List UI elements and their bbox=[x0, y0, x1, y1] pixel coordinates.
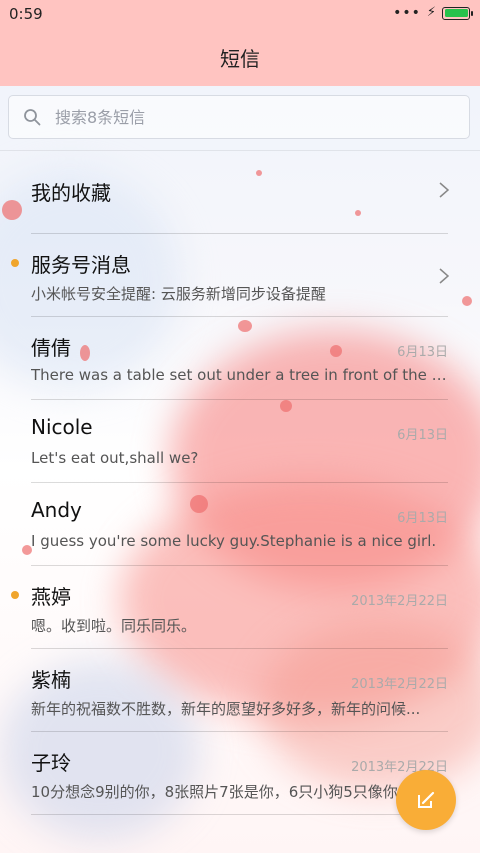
chevron-right-icon bbox=[439, 268, 450, 284]
conversation-name: Andy bbox=[31, 498, 82, 522]
conversation-date: 2013年2月22日 bbox=[351, 594, 448, 609]
list-item-favorites[interactable]: 我的收藏 bbox=[31, 150, 450, 234]
compose-button[interactable] bbox=[396, 770, 456, 830]
conversation-name: 服务号消息 bbox=[31, 253, 131, 277]
chevron-right-icon bbox=[439, 182, 450, 198]
unread-dot bbox=[11, 591, 19, 599]
conversation-name: 紫楠 bbox=[31, 668, 71, 692]
conversation-preview: I guess you're some lucky guy.Stephanie … bbox=[31, 532, 437, 550]
list-item[interactable]: Andy 6月13日 I guess you're some lucky guy… bbox=[31, 483, 448, 566]
search-bar bbox=[0, 86, 480, 151]
conversation-date: 6月13日 bbox=[397, 428, 448, 443]
conversation-name: 倩倩 bbox=[31, 336, 71, 360]
search-icon bbox=[24, 109, 41, 126]
list-item[interactable]: 紫楠 2013年2月22日 新年的祝福数不胜数，新年的愿望好多好多，新年的问候.… bbox=[31, 649, 448, 732]
page-title: 短信 bbox=[220, 46, 260, 71]
header: 短信 bbox=[0, 28, 480, 86]
conversation-name: 我的收藏 bbox=[31, 181, 111, 205]
list-item[interactable]: 子玲 2013年2月22日 10分想念9别的你，8张照片7张是你，6只小狗5只像… bbox=[31, 732, 448, 815]
conversation-name: 燕婷 bbox=[31, 585, 71, 609]
conversation-preview: 新年的祝福数不胜数，新年的愿望好多好多，新年的问候... bbox=[31, 700, 421, 718]
conversation-preview: 嗯。收到啦。同乐同乐。 bbox=[31, 617, 197, 635]
status-time: 0:59 bbox=[9, 5, 43, 23]
conversation-date: 2013年2月22日 bbox=[351, 677, 448, 692]
conversation-preview: There was a table set out under a tree i… bbox=[31, 366, 447, 384]
list-item-service[interactable]: 服务号消息 小米帐号安全提醒: 云服务新增同步设备提醒 bbox=[11, 234, 450, 317]
unread-dot bbox=[11, 259, 19, 267]
status-bar: 0:59 ••• ⚡ bbox=[0, 0, 480, 28]
conversation-preview: 10分想念9别的你，8张照片7张是你，6只小狗5只像你 bbox=[31, 783, 398, 801]
conversation-list: 我的收藏 服务号消息 小米帐号安全提醒: 云服务新增同步设备提醒 倩倩 6月13… bbox=[0, 150, 480, 815]
conversation-date: 6月13日 bbox=[397, 345, 448, 360]
conversation-preview: Let's eat out,shall we? bbox=[31, 449, 199, 467]
list-item[interactable]: 燕婷 2013年2月22日 嗯。收到啦。同乐同乐。 bbox=[11, 566, 448, 649]
conversation-name: Nicole bbox=[31, 415, 93, 439]
list-item[interactable]: 倩倩 6月13日 There was a table set out under… bbox=[31, 317, 448, 400]
battery-icon bbox=[442, 6, 473, 20]
conversation-preview: 小米帐号安全提醒: 云服务新增同步设备提醒 bbox=[31, 285, 326, 303]
conversation-name: 子玲 bbox=[31, 751, 71, 775]
conversation-date: 6月13日 bbox=[397, 511, 448, 526]
list-item[interactable]: Nicole 6月13日 Let's eat out,shall we? bbox=[31, 400, 448, 483]
bolt-icon: ⚡ bbox=[426, 5, 436, 20]
search-box[interactable] bbox=[8, 95, 470, 139]
search-input[interactable] bbox=[53, 106, 437, 128]
compose-icon bbox=[418, 791, 435, 808]
more-dots-icon: ••• bbox=[393, 5, 421, 21]
